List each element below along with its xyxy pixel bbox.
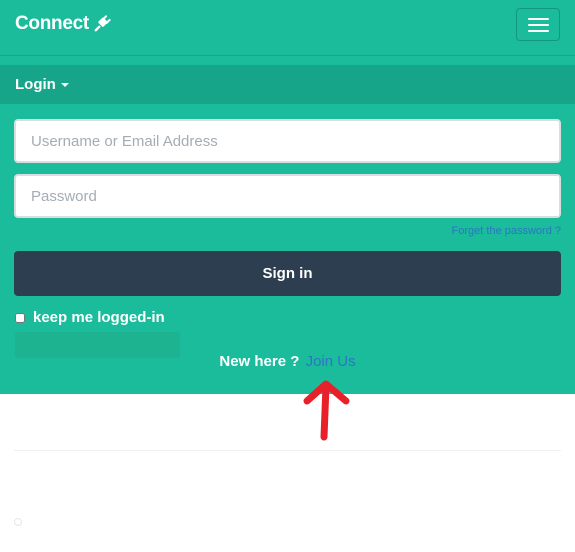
hamburger-menu-icon [528, 18, 549, 20]
caret-down-icon [60, 82, 69, 87]
hamburger-bar [528, 30, 549, 32]
join-row: New here ? Join Us [0, 353, 575, 370]
username-input[interactable] [14, 119, 561, 163]
password-input[interactable] [14, 174, 561, 218]
forgot-password-link[interactable]: Forget the password ? [452, 225, 561, 237]
menu-toggle-button[interactable] [516, 8, 560, 41]
hamburger-bar [528, 24, 549, 26]
panel-header: Login [0, 65, 575, 104]
keep-logged-in-label: keep me logged-in [33, 309, 165, 326]
new-here-text: New here ? [219, 353, 300, 370]
brand-name: Connect [15, 13, 89, 34]
keep-logged-in[interactable]: keep me logged-in [15, 309, 165, 326]
join-us-link[interactable]: Join Us [306, 353, 356, 370]
faint-dot [14, 518, 22, 526]
plug-icon [94, 15, 111, 32]
login-dropdown[interactable]: Login [15, 76, 69, 93]
divider [14, 450, 561, 451]
login-dropdown-label: Login [15, 76, 56, 93]
signin-button[interactable]: Sign in [14, 251, 561, 296]
login-panel: Login Forget the password ? Sign in keep… [0, 56, 575, 394]
navbar: Connect [0, 0, 575, 56]
keep-logged-in-checkbox[interactable] [15, 312, 25, 323]
red-arrow-up-icon [303, 380, 350, 441]
brand-link[interactable]: Connect [15, 13, 111, 35]
